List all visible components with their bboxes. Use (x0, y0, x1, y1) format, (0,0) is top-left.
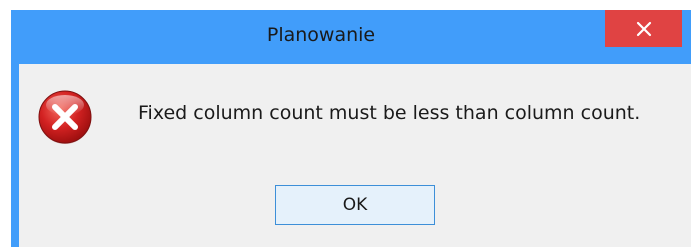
error-icon (38, 90, 92, 144)
close-button[interactable] (605, 10, 682, 47)
close-icon (636, 21, 651, 36)
ok-button-label: OK (342, 195, 368, 215)
title-bar[interactable]: Planowanie (11, 10, 691, 64)
ok-button[interactable]: OK (275, 185, 435, 225)
error-message: Fixed column count must be less than col… (138, 102, 641, 124)
message-dialog: Planowanie Fixed column count must be le… (11, 10, 691, 247)
window-title: Planowanie (266, 24, 376, 46)
dialog-body: Fixed column count must be less than col… (19, 64, 691, 247)
